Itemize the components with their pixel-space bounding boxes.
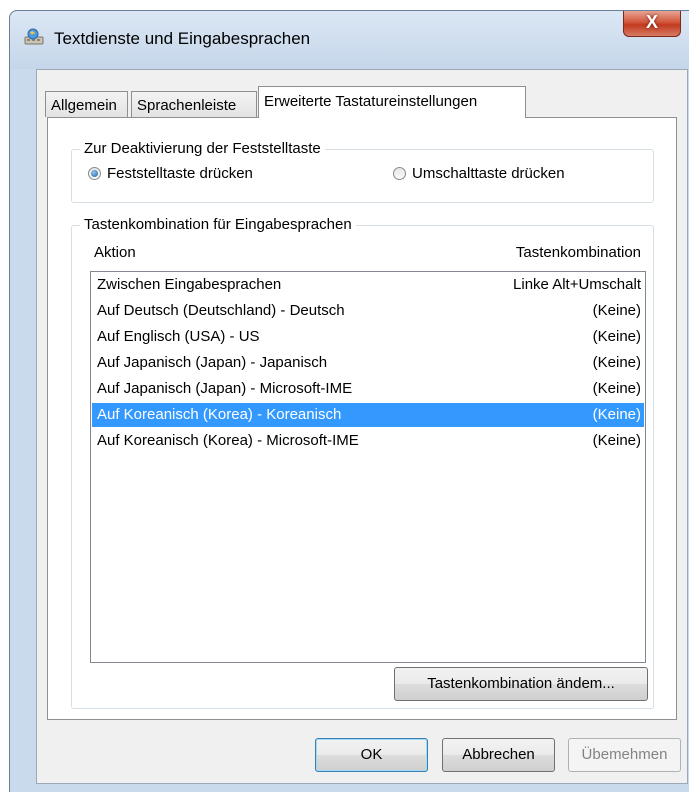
tab-erweiterte-tastatureinstellungen[interactable]: Erweiterte Tastatureinstellungen [258, 86, 526, 118]
list-item-combination: (Keine) [592, 302, 641, 319]
list-item-combination: (Keine) [592, 328, 641, 345]
list-item[interactable]: Auf Koreanisch (Korea) - Microsoft-IME (… [92, 429, 644, 453]
radio-unchecked-icon [393, 167, 406, 180]
dialog-window: Textdienste und Eingabesprachen X Allgem… [9, 10, 689, 792]
list-item-action: Auf Englisch (USA) - US [97, 328, 260, 345]
cancel-button[interactable]: Abbrechen [442, 738, 555, 772]
list-item-action: Auf Japanisch (Japan) - Microsoft-IME [97, 380, 353, 397]
list-item-action: Auf Japanisch (Japan) - Japanisch [97, 354, 328, 371]
list-item-selected[interactable]: Auf Koreanisch (Korea) - Koreanisch (Kei… [92, 403, 644, 427]
list-item-combination: (Keine) [592, 380, 641, 397]
tab-allgemein[interactable]: Allgemein [45, 91, 128, 117]
hotkey-list[interactable]: Zwischen Eingabesprachen Linke Alt+Umsch… [90, 271, 646, 663]
hotkeys-group: Tastenkombination für Eingabesprachen Ak… [71, 216, 654, 709]
capslock-group-title: Zur Deaktivierung der Feststelltaste [80, 140, 325, 157]
list-item[interactable]: Auf Deutsch (Deutschland) - Deutsch (Kei… [92, 299, 644, 323]
list-item-action: Zwischen Eingabesprachen [97, 276, 282, 293]
list-item[interactable]: Auf Japanisch (Japan) - Japanisch (Keine… [92, 351, 644, 375]
list-item-action: Auf Koreanisch (Korea) - Koreanisch [97, 406, 342, 423]
list-item-combination: (Keine) [592, 354, 641, 371]
list-item-combination: Linke Alt+Umschalt [513, 276, 641, 293]
list-item[interactable]: Auf Japanisch (Japan) - Microsoft-IME (K… [92, 377, 644, 401]
tab-sprachenleiste[interactable]: Sprachenleiste [131, 91, 257, 117]
list-item[interactable]: Zwischen Eingabesprachen Linke Alt+Umsch… [92, 273, 644, 297]
close-icon: X [645, 12, 658, 32]
list-item[interactable]: Auf Englisch (USA) - US (Keine) [92, 325, 644, 349]
list-item-combination: (Keine) [592, 432, 641, 449]
radio-feststelltaste[interactable]: Feststelltaste drücken [88, 165, 253, 182]
hotkeys-group-title: Tastenkombination für Eingabesprachen [80, 216, 356, 233]
change-hotkey-button[interactable]: Tastenkombination ändem... [394, 667, 648, 701]
ok-button[interactable]: OK [315, 738, 428, 772]
apply-button[interactable]: Übemehmen [568, 738, 681, 772]
capslock-group: Zur Deaktivierung der Feststelltaste Fes… [71, 140, 654, 203]
radio-checked-icon [88, 167, 101, 180]
list-item-combination: (Keine) [592, 406, 641, 423]
tab-panel: Zur Deaktivierung der Feststelltaste Fes… [47, 117, 677, 720]
dialog-client-area: Allgemein Sprachenleiste Erweiterte Tast… [36, 69, 688, 784]
list-item-action: Auf Deutsch (Deutschland) - Deutsch [97, 302, 345, 319]
keyboard-globe-icon [24, 28, 44, 46]
close-button[interactable]: X [623, 11, 681, 37]
column-header-combination: Tastenkombination [515, 244, 641, 261]
title-bar[interactable]: Textdienste und Eingabesprachen X [10, 11, 689, 69]
window-title: Textdienste und Eingabesprachen [54, 29, 311, 48]
list-item-action: Auf Koreanisch (Korea) - Microsoft-IME [97, 432, 359, 449]
radio-feststelltaste-label: Feststelltaste drücken [107, 165, 253, 182]
column-header-action: Aktion [94, 244, 136, 261]
radio-umschalttaste[interactable]: Umschalttaste drücken [393, 165, 565, 182]
radio-umschalttaste-label: Umschalttaste drücken [412, 165, 565, 182]
